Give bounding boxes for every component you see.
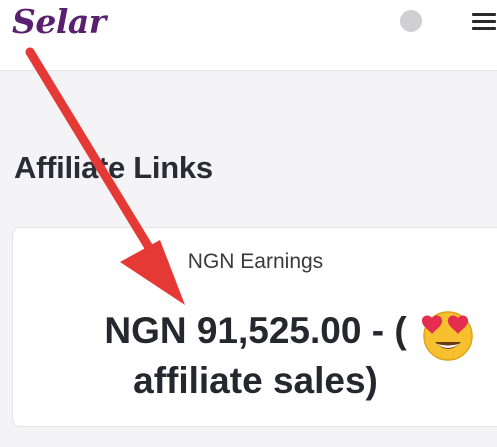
selar-logo[interactable]: Selar (12, 2, 106, 41)
earnings-amount: NGN 91,525.00 - ( (104, 310, 407, 351)
earnings-suffix: affiliate sales) (133, 360, 378, 401)
heart-eyes-emoji-icon (421, 311, 473, 361)
avatar[interactable] (400, 10, 422, 32)
top-navbar: Selar (0, 0, 497, 71)
menu-icon[interactable] (472, 11, 496, 31)
earnings-label: NGN Earnings (187, 250, 324, 273)
page-title: Affiliate Links (14, 150, 213, 185)
